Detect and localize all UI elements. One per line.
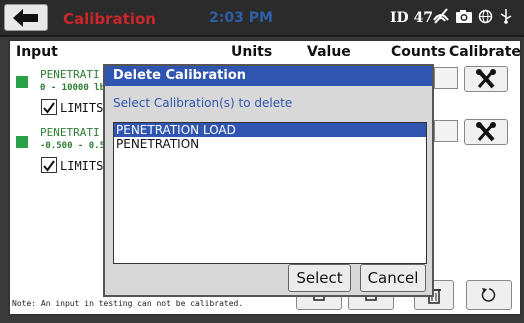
top-bar: Calibration 2:03 PM ID 47 [0,0,524,37]
wrench-screwdriver-icon [476,69,496,89]
calibrate-column-header: Calibrate [449,44,521,60]
calibration-list-item[interactable]: PENETRATION LOAD [114,123,426,137]
device-id: ID 47 [390,10,434,26]
input-range: 0 - 10000 lb [40,83,106,93]
input-status-indicator [16,76,28,88]
select-button[interactable]: Select [288,264,351,292]
calibrate-button[interactable] [464,66,508,92]
cancel-button[interactable]: Cancel [360,264,426,292]
value-column-header: Value [307,44,351,60]
camera-icon[interactable] [455,9,473,24]
back-button[interactable] [4,4,48,31]
status-icons [432,8,514,24]
counts-column-header: Counts [391,44,446,60]
units-column-header: Units [231,44,273,60]
calibration-list-item[interactable]: PENETRATION [114,137,426,151]
no-wifi-icon [433,8,449,24]
usb-icon [500,9,512,24]
dialog-title: Delete Calibration [105,66,432,86]
input-column-header: Input [16,44,58,60]
globe-icon [478,9,493,23]
input-name: PENETRATI [40,68,100,81]
limits-checkbox[interactable] [41,99,57,115]
limits-label: LIMITS [60,159,104,173]
counts-field [434,120,458,142]
calibrate-button[interactable] [464,119,508,145]
wrench-screwdriver-icon [476,122,496,142]
app-title: Calibration [63,10,156,28]
calibration-list[interactable]: PENETRATION LOAD PENETRATION [113,122,427,264]
counts-field [434,67,458,89]
back-arrow-icon [13,8,38,27]
input-range: -0.500 - 0.5 [40,141,106,151]
checkmark-icon [43,102,55,114]
dialog-instruction: Select Calibration(s) to delete [113,96,293,110]
reset-button[interactable] [466,280,512,310]
input-name: PENETRATI [40,126,100,139]
note-text: Note: An input in testing can not be cal… [12,299,244,308]
limits-label: LIMITS [60,101,104,115]
input-status-indicator [16,136,28,148]
refresh-icon [481,288,496,302]
clock: 2:03 PM [209,10,273,26]
delete-calibration-dialog: Delete Calibration Select Calibration(s)… [103,64,434,297]
checkmark-icon [43,160,55,172]
limits-checkbox[interactable] [41,157,57,173]
